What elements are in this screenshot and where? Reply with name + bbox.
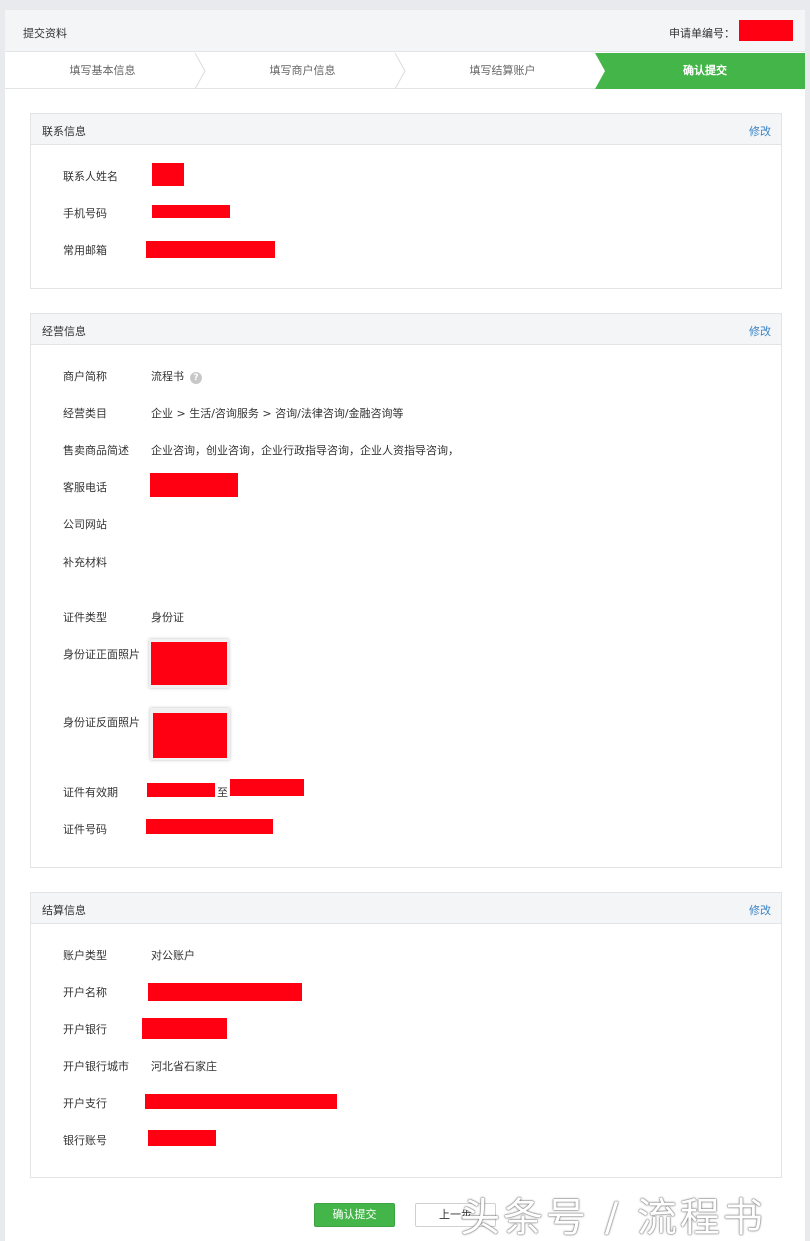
progress-steps: 填写基本信息 填写商户信息 填写结算账户 确认提交	[5, 53, 805, 89]
help-icon[interactable]: ?	[190, 372, 202, 384]
validity-start-redacted	[147, 783, 215, 797]
confirm-submit-button[interactable]: 确认提交	[314, 1203, 395, 1227]
email-label: 常用邮箱	[63, 244, 107, 257]
account-name-redacted	[148, 983, 302, 1001]
phone-redacted	[152, 205, 230, 218]
account-type-value: 对公账户	[151, 949, 195, 962]
id-front-label: 身份证正面照片	[63, 648, 140, 661]
bank-redacted	[142, 1018, 227, 1039]
application-number-label: 申请单编号：	[669, 27, 735, 40]
step-basic-info: 填写基本信息	[69, 64, 136, 77]
bank-label: 开户银行	[63, 1023, 107, 1036]
phone-label: 手机号码	[63, 207, 107, 220]
id-number-redacted	[146, 819, 273, 834]
email-redacted	[146, 241, 275, 258]
settlement-section: 结算信息 修改 账户类型 对公账户 开户名称 开户银行 开户银行城市 河北省石家…	[30, 892, 782, 1178]
service-phone-redacted	[150, 473, 238, 497]
id-back-redacted	[153, 713, 227, 758]
branch-label: 开户支行	[63, 1097, 107, 1110]
watermark: 头条号 / 流程书	[460, 1195, 766, 1241]
account-number-label: 银行账号	[63, 1134, 107, 1147]
goods-value: 企业咨询，创业咨询，企业行政指导咨询，企业人资指导咨询，	[151, 444, 459, 457]
category-value: 企业 > 生活/咨询服务 > 咨询/法律咨询/金融咨询等	[151, 407, 404, 420]
contact-name-redacted	[152, 163, 184, 186]
validity-to: 至	[217, 786, 228, 799]
materials-label: 补充材料	[63, 556, 107, 569]
application-number-redacted	[739, 20, 793, 41]
website-label: 公司网站	[63, 518, 107, 531]
contact-section-title: 联系信息	[42, 125, 86, 138]
id-number-label: 证件号码	[63, 823, 107, 836]
settlement-edit-link[interactable]: 修改	[749, 902, 771, 918]
id-front-photo[interactable]	[149, 639, 229, 688]
business-section-header: 经营信息 修改	[31, 314, 781, 345]
step-confirm-submit: 确认提交	[683, 64, 727, 77]
bank-city-label: 开户银行城市	[63, 1060, 129, 1073]
id-type-value: 身份证	[151, 611, 184, 624]
business-section-title: 经营信息	[42, 325, 86, 338]
service-phone-label: 客服电话	[63, 481, 107, 494]
business-section: 经营信息 修改 商户简称 流程书? 经营类目 企业 > 生活/咨询服务 > 咨询…	[30, 313, 782, 868]
id-type-label: 证件类型	[63, 611, 107, 624]
page-title: 提交资料	[23, 27, 67, 40]
branch-redacted	[145, 1094, 337, 1109]
step-settlement-account: 填写结算账户	[469, 64, 536, 77]
account-number-redacted	[148, 1130, 216, 1146]
id-back-label: 身份证反面照片	[63, 716, 140, 729]
contact-section: 联系信息 修改 联系人姓名 手机号码 常用邮箱	[30, 113, 782, 289]
account-type-label: 账户类型	[63, 949, 107, 962]
category-label: 经营类目	[63, 407, 107, 420]
goods-label: 售卖商品简述	[63, 444, 129, 457]
short-name-text: 流程书	[151, 370, 184, 383]
settlement-section-title: 结算信息	[42, 904, 86, 917]
header-bar: 提交资料 申请单编号：	[5, 10, 805, 52]
contact-edit-link[interactable]: 修改	[749, 123, 771, 139]
step-merchant-info: 填写商户信息	[269, 64, 336, 77]
business-edit-link[interactable]: 修改	[749, 323, 771, 339]
bank-city-value: 河北省石家庄	[151, 1060, 217, 1073]
validity-end-redacted	[230, 779, 304, 796]
account-name-label: 开户名称	[63, 986, 107, 999]
short-name-label: 商户简称	[63, 370, 107, 383]
id-back-photo[interactable]	[150, 708, 230, 760]
page-frame: 提交资料 申请单编号： 填写基本信息 填写商户信息 填写结算账户 确认提交 联系…	[5, 10, 805, 1241]
short-name-value: 流程书?	[151, 368, 202, 384]
contact-section-header: 联系信息 修改	[31, 114, 781, 145]
id-front-redacted	[151, 642, 227, 685]
validity-label: 证件有效期	[63, 786, 118, 799]
contact-name-label: 联系人姓名	[63, 170, 118, 183]
settlement-section-header: 结算信息 修改	[31, 893, 781, 924]
